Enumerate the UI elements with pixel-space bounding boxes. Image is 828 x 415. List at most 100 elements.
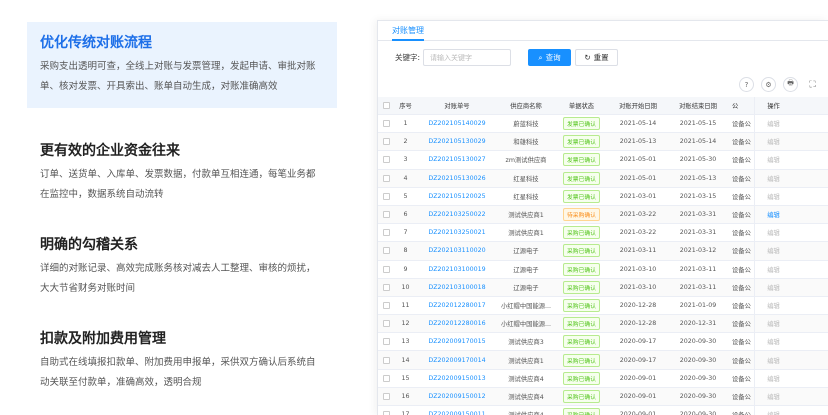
print-icon[interactable]: 🖶 <box>783 77 798 92</box>
help-icon[interactable]: ? <box>739 77 754 92</box>
row-checkbox[interactable] <box>378 211 394 219</box>
table-row[interactable]: 2 DZ202105130029 和雄科技 发票已确认 2021-05-13 2021-0… <box>378 133 828 152</box>
company-name: 设备公 <box>728 410 754 415</box>
reconciliation-no-link[interactable]: DZ202105120025 <box>417 193 497 200</box>
edit-button[interactable]: 编辑 <box>767 174 780 183</box>
table-row[interactable]: 9 DZ202103100019 辽源电子 采购已确认 2021-03-10 2021-0… <box>378 260 828 279</box>
row-checkbox[interactable] <box>378 320 394 328</box>
company-name: 设备公 <box>732 393 751 401</box>
row-checkbox[interactable] <box>378 374 394 382</box>
edit-button[interactable]: 编辑 <box>767 246 780 255</box>
row-checkbox[interactable] <box>378 192 394 200</box>
edit-button[interactable]: 编辑 <box>767 119 780 128</box>
table-row[interactable]: 16 DZ202009150012 测试供应商4 采购已确认 2020-09-01 202… <box>378 387 828 406</box>
status-cell: 采购已确认 <box>555 244 608 258</box>
tab-reconciliation[interactable]: 对账管理 <box>392 25 424 41</box>
edit-button[interactable]: 编辑 <box>767 374 780 383</box>
reconciliation-no-link[interactable]: DZ202105140029 <box>417 120 497 127</box>
table-row[interactable]: 4 DZ202105130026 红星科技 发票已确认 2021-05-01 2021-0… <box>378 169 828 188</box>
reconciliation-no-link[interactable]: DZ202103250021 <box>417 229 497 236</box>
row-checkbox[interactable] <box>378 392 394 400</box>
edit-button[interactable]: 编辑 <box>767 392 780 401</box>
feature-item[interactable]: 明确的勾稽关系 详细的对账记录、高效完成账务核对减去人工整理、审核的烦扰，大大节… <box>27 224 337 311</box>
feature-list: 优化传统对账流程 采购支出透明可查，全线上对账与发票管理，发起申请、审批对账单、… <box>27 22 337 108</box>
reconciliation-no-link[interactable]: DZ202009170014 <box>417 357 497 364</box>
row-checkbox[interactable] <box>378 174 394 182</box>
edit-button[interactable]: 编辑 <box>767 410 780 415</box>
reconciliation-no-link[interactable]: DZ202103100018 <box>417 284 497 291</box>
edit-button[interactable]: 编辑 <box>767 210 780 219</box>
reconciliation-no-link[interactable]: DZ202009150013 <box>417 375 497 382</box>
table-row[interactable]: 17 DZ202009150011测试供应商4 采购已确认 2020-09-01 202… <box>378 406 828 415</box>
reconciliation-no-link[interactable]: DZ202012280017 <box>417 302 497 309</box>
tab-bar: 对账管理 <box>378 21 828 41</box>
table-row[interactable]: 10 DZ202103100018 辽源电子 采购已确认 2021-03-10 2021-… <box>378 278 828 297</box>
reconciliation-table: 序号 对账单号 供应商名称 单据状态 对账开始日期 对账结束日期 公 操作 1 D… <box>378 97 828 415</box>
edit-button[interactable]: 编辑 <box>767 137 780 146</box>
start-date: 2021-05-13 <box>619 138 657 146</box>
edit-button[interactable]: 编辑 <box>767 356 780 365</box>
table-row[interactable]: 15 DZ202009150013 测试供应商4 采购已确认 2020-09-01 202… <box>378 369 828 388</box>
edit-button[interactable]: 编辑 <box>767 319 780 328</box>
table-row[interactable]: 8 DZ202103110020 辽源电子 采购已确认 2021-03-11 2021-0… <box>378 242 828 261</box>
reconciliation-no-link[interactable]: DZ202105130029 <box>417 138 497 145</box>
edit-button[interactable]: 编辑 <box>767 192 780 201</box>
feature-desc: 自助式在线填报扣款单、附加费用申报单，采供双方确认后系统自动关联至付款单，准确高… <box>40 357 316 388</box>
row-checkbox[interactable] <box>378 138 394 146</box>
edit-button[interactable]: 编辑 <box>767 337 780 346</box>
end-date: 2021-05-15 <box>679 120 717 128</box>
edit-button[interactable]: 编辑 <box>767 155 780 164</box>
reconciliation-no-link[interactable]: DZ202103100019 <box>417 266 497 273</box>
table-row[interactable]: 7 DZ202103250021 测试供应商1 采购已确认 2021-03-22 2021… <box>378 224 828 243</box>
table-row[interactable]: 12 DZ202012280016 小红帽中国能源... 采购已确认 2020-12-2… <box>378 315 828 334</box>
edit-button[interactable]: 编辑 <box>767 265 780 274</box>
row-checkbox[interactable] <box>378 411 394 415</box>
status-cell: 发票已确认 <box>555 171 608 185</box>
end-date: 2021-03-11 <box>679 265 717 273</box>
reconciliation-no-link[interactable]: DZ202103250022 <box>417 211 497 218</box>
reconciliation-no-link[interactable]: DZ202009150011 <box>417 411 497 415</box>
table-row[interactable]: 6 DZ202103250022 测试供应商1 待采购确认 2021-03-22 2021… <box>378 205 828 225</box>
row-checkbox[interactable] <box>378 265 394 273</box>
edit-button[interactable]: 编辑 <box>767 228 780 237</box>
start-date: 2021-03-11 <box>619 247 657 255</box>
feature-item[interactable]: 扣款及附加费用管理 自助式在线填报扣款单、附加费用申报单，采供双方确认后系统自动… <box>27 318 337 405</box>
edit-button[interactable]: 编辑 <box>767 283 780 292</box>
feature-item-active[interactable]: 优化传统对账流程 采购支出透明可查，全线上对账与发票管理，发起申请、审批对账单、… <box>27 22 337 108</box>
row-checkbox[interactable] <box>378 283 394 291</box>
fullscreen-icon[interactable]: ⛶ <box>805 77 820 92</box>
company-name: 设备公 <box>732 230 751 238</box>
row-checkbox[interactable] <box>378 156 394 164</box>
row-checkbox[interactable] <box>378 229 394 237</box>
row-checkbox[interactable] <box>378 247 394 255</box>
start-date: 2021-05-01 <box>619 156 657 164</box>
row-checkbox[interactable] <box>378 338 394 346</box>
start-date: 2021-03-22 <box>619 211 657 219</box>
table-row[interactable]: 5 DZ202105120025 红星科技 发票已确认 2021-03-01 2021-0… <box>378 187 828 206</box>
table-row[interactable]: 3 DZ202105130027 zm测试供应商 发票已确认 2021-05-01 202… <box>378 151 828 170</box>
row-checkbox[interactable] <box>378 356 394 364</box>
table-row[interactable]: 11 DZ202012280017 小红帽中国能源... 采购已确认 2020-12-2… <box>378 296 828 316</box>
reconciliation-no-link[interactable]: DZ202009170015 <box>417 338 497 345</box>
table-row[interactable]: 13 DZ202009170015 测试供应商3 采购已确认 2020-09-17 202… <box>378 333 828 352</box>
edit-button[interactable]: 编辑 <box>767 301 780 310</box>
query-button[interactable]: ⌕ 查询 <box>528 49 571 66</box>
keyword-input[interactable]: 请输入关键字 <box>423 49 511 66</box>
table-row[interactable]: 1 DZ202105140029 蔚蓝科技 发票已确认 2021-05-14 2021-0… <box>378 115 828 134</box>
reconciliation-no-link[interactable]: DZ202009150012 <box>417 393 497 400</box>
reconciliation-no-link[interactable]: DZ202103110020 <box>417 247 497 254</box>
reset-button[interactable]: ↻ 重置 <box>575 49 618 66</box>
reconciliation-no-link[interactable]: DZ202105130026 <box>417 175 497 182</box>
row-checkbox[interactable] <box>378 301 394 309</box>
end-date: 2021-05-13 <box>679 174 717 182</box>
reconciliation-no-link[interactable]: DZ202105130027 <box>417 156 497 163</box>
feature-title: 扣款及附加费用管理 <box>40 331 166 347</box>
status-badge: 采购已确认 <box>563 335 600 349</box>
select-all-checkbox[interactable] <box>378 102 394 109</box>
feature-item[interactable]: 更有效的企业资金往来 订单、送货单、入库单、发票数据，付款单互相连通，每笔业务都… <box>27 130 337 217</box>
settings-icon[interactable]: ⚙ <box>761 77 776 92</box>
reconciliation-no-link[interactable]: DZ202012280016 <box>417 320 497 327</box>
table-row[interactable]: 14 DZ202009170014 测试供应商1 采购已确认 2020-09-17 202… <box>378 351 828 370</box>
company-name: 设备公 <box>732 284 751 292</box>
row-checkbox[interactable] <box>378 120 394 128</box>
